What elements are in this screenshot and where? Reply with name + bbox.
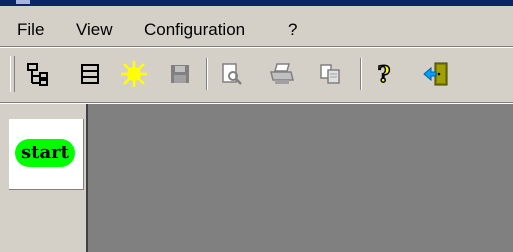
element-palette: start bbox=[0, 104, 88, 252]
exit-button[interactable] bbox=[422, 60, 450, 88]
copy-icon bbox=[320, 64, 340, 84]
list-icon bbox=[81, 64, 99, 84]
toolbar-separator bbox=[360, 58, 362, 90]
print-button[interactable] bbox=[268, 60, 296, 88]
start-shape: start bbox=[13, 123, 77, 183]
save-button[interactable] bbox=[166, 60, 194, 88]
menu-file[interactable]: File bbox=[17, 19, 44, 41]
copy-button[interactable] bbox=[316, 60, 344, 88]
help-icon: ? bbox=[377, 61, 391, 87]
tree-structure-icon bbox=[27, 63, 48, 86]
help-button[interactable]: ? bbox=[370, 60, 398, 88]
exit-icon bbox=[423, 62, 448, 86]
menu-view[interactable]: View bbox=[76, 19, 113, 41]
menu-configuration[interactable]: Configuration bbox=[144, 19, 245, 41]
print-preview-icon bbox=[222, 63, 242, 85]
title-bar-notch bbox=[16, 0, 30, 4]
toolbar-grip[interactable] bbox=[10, 56, 15, 92]
toolbar-separator bbox=[206, 58, 208, 90]
menu-help[interactable]: ? bbox=[288, 19, 297, 41]
print-icon bbox=[270, 63, 294, 84]
toolbar: ? bbox=[0, 48, 513, 102]
workspace-canvas[interactable] bbox=[88, 104, 513, 252]
new-button[interactable] bbox=[120, 60, 148, 88]
new-sun-icon bbox=[121, 61, 147, 87]
tree-structure-button[interactable] bbox=[24, 60, 52, 88]
list-button[interactable] bbox=[76, 60, 104, 88]
start-palette-item[interactable]: start bbox=[9, 119, 84, 190]
svg-text:?: ? bbox=[378, 62, 391, 87]
print-preview-button[interactable] bbox=[218, 60, 246, 88]
menu-bar: File View Configuration ? bbox=[0, 6, 513, 46]
save-icon bbox=[171, 65, 189, 83]
start-label: start bbox=[15, 139, 75, 167]
